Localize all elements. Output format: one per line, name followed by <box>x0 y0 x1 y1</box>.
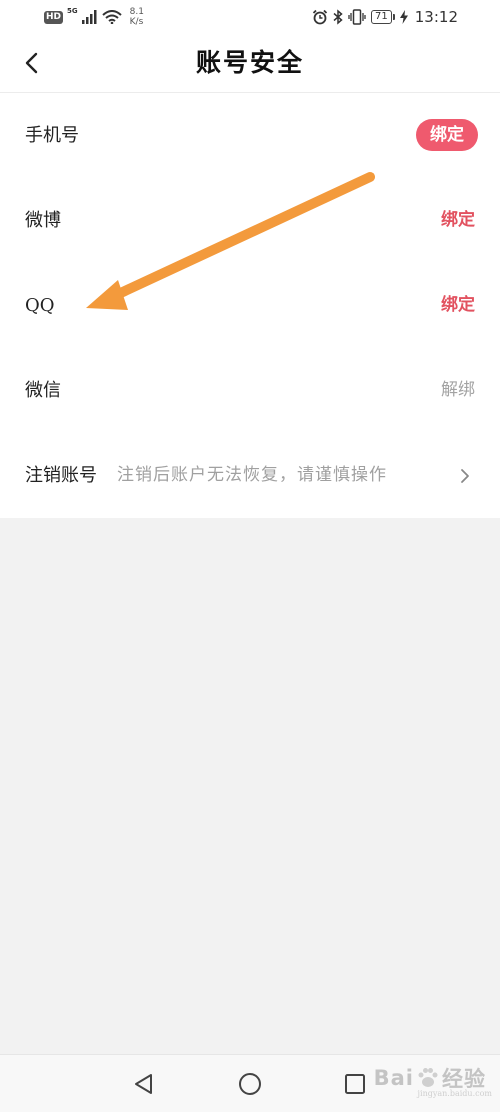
watermark-brand: Bai <box>373 1066 414 1090</box>
wechat-unbind-button[interactable]: 解绑 <box>441 348 475 433</box>
list-item-weibo: 微博 绑定 <box>0 178 500 263</box>
speed-value: 8.1 <box>129 7 144 17</box>
triangle-back-icon <box>135 1074 152 1094</box>
weibo-bind-button[interactable]: 绑定 <box>441 178 475 263</box>
page-title: 账号安全 <box>195 48 304 77</box>
square-recents-icon <box>345 1074 365 1094</box>
signal-icon <box>81 10 97 24</box>
nav-bar: 账号安全 <box>0 34 500 93</box>
nav-back-button[interactable] <box>131 1071 157 1097</box>
circle-home-icon <box>239 1073 261 1095</box>
battery-indicator: 71 <box>371 10 395 24</box>
weibo-label: 微博 <box>25 210 61 231</box>
hd-badge: HD <box>44 10 64 24</box>
speed-unit: K/s <box>129 17 144 27</box>
paw-icon <box>418 1068 438 1087</box>
back-button[interactable] <box>16 48 46 78</box>
deactivate-hint: 注销后账户无法恢复，请谨慎操作 <box>117 465 387 485</box>
watermark-url: jingyan.baidu.com <box>417 1089 492 1098</box>
status-time: 13:12 <box>414 8 458 26</box>
chevron-right-icon <box>456 467 474 485</box>
battery-level: 71 <box>371 10 392 24</box>
chevron-left-icon <box>25 52 38 74</box>
list-item-qq: QQ 绑定 <box>0 263 500 348</box>
status-left: HD 5G 8.1 K/s <box>44 6 144 28</box>
status-right: 71 13:12 <box>312 6 458 28</box>
list-item-wechat: 微信 解绑 <box>0 348 500 433</box>
nav-recents-button[interactable] <box>342 1071 368 1097</box>
status-bar: HD 5G 8.1 K/s 71 13:12 <box>0 0 500 34</box>
system-nav-bar: Bai 经验 jingyan.baidu.com <box>0 1054 500 1112</box>
phone-label: 手机号 <box>25 125 79 146</box>
deactivate-label: 注销账号 <box>25 465 97 486</box>
network-speed: 8.1 K/s <box>130 7 144 27</box>
wechat-label: 微信 <box>25 380 61 401</box>
wifi-icon <box>101 10 122 24</box>
network-type: 5G <box>67 7 78 15</box>
alarm-icon <box>312 9 328 25</box>
account-security-list: 手机号 绑定 微博 绑定 QQ 绑定 微信 解绑 注销账号 注销后账户无法恢复，… <box>0 93 500 518</box>
list-item-deactivate[interactable]: 注销账号 注销后账户无法恢复，请谨慎操作 <box>0 433 500 518</box>
nav-home-button[interactable] <box>237 1071 263 1097</box>
qq-label: QQ <box>25 295 55 316</box>
battery-tip <box>392 14 395 20</box>
phone-bind-button[interactable]: 绑定 <box>416 119 478 151</box>
vibrate-icon <box>348 9 366 25</box>
qq-bind-button[interactable]: 绑定 <box>441 263 475 348</box>
bluetooth-icon <box>333 9 343 25</box>
list-item-phone: 手机号 绑定 <box>0 93 500 178</box>
charging-icon <box>399 10 408 24</box>
